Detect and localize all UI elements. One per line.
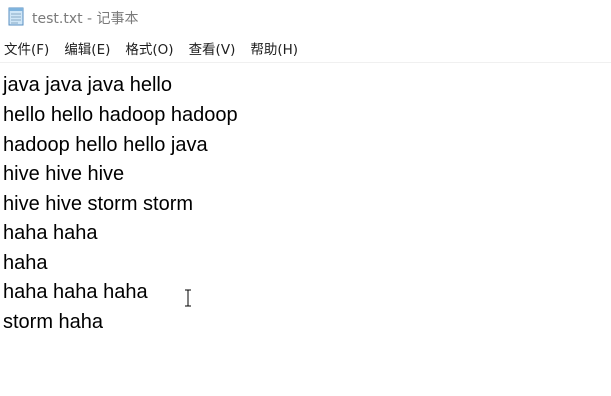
menu-help[interactable]: 帮助(H) <box>250 38 298 58</box>
editor-line: hadoop hello hello java <box>3 134 208 156</box>
editor-line: hello hello hadoop hadoop <box>3 104 238 126</box>
editor-line: hive hive storm storm <box>3 193 194 215</box>
editor-line: haha <box>3 252 48 274</box>
notepad-icon <box>8 7 24 26</box>
text-ibeam-cursor-icon <box>185 289 191 307</box>
menu-view[interactable]: 查看(V) <box>189 38 236 58</box>
editor-line: hive hive hive <box>3 163 125 185</box>
text-editor-area[interactable]: java java java hello hello hello hadoop … <box>0 63 611 396</box>
menu-bar: 文件(F) 编辑(E) 格式(O) 查看(V) 帮助(H) <box>0 37 611 59</box>
title-bar: test.txt - 记事本 <box>0 0 611 34</box>
menu-edit[interactable]: 编辑(E) <box>64 38 110 58</box>
menu-format[interactable]: 格式(O) <box>125 38 173 58</box>
editor-line: haha haha haha <box>3 281 148 303</box>
editor-line: storm haha <box>3 311 104 333</box>
editor-line: haha haha <box>3 222 98 244</box>
editor-line: java java java hello <box>3 74 172 96</box>
menu-file[interactable]: 文件(F) <box>4 38 49 58</box>
window-title: test.txt - 记事本 <box>32 11 139 27</box>
